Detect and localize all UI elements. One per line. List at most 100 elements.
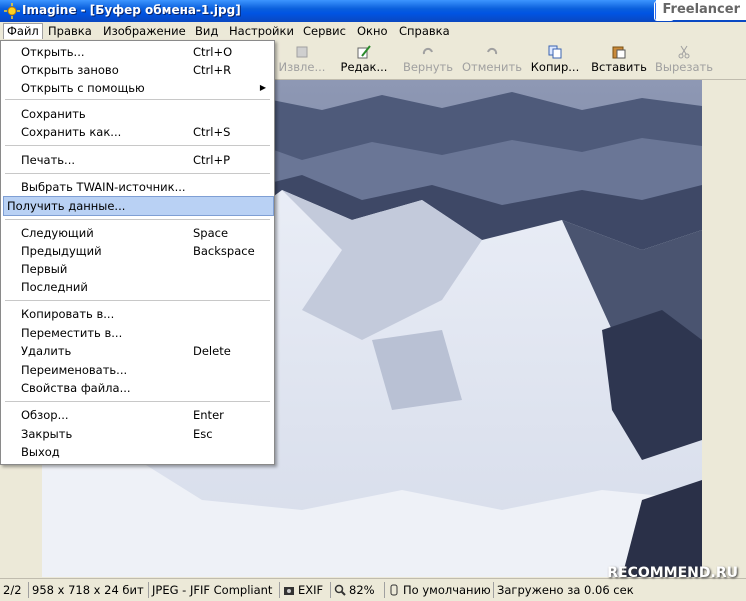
paste-icon — [612, 46, 626, 59]
menu-bar: Файл Правка Изображение Вид Настройки Се… — [0, 22, 746, 42]
menu-browse-shortcut: Enter — [193, 408, 224, 422]
menu-next-label: Следующий — [21, 226, 94, 240]
menu-reopen-label: Открыть заново — [21, 63, 119, 77]
menu-save[interactable]: Сохранить — [3, 105, 272, 123]
status-profile: По умолчанию — [384, 582, 491, 598]
menu-close-label: Закрыть — [21, 427, 73, 441]
status-dimensions: 958 x 718 x 24 бит — [28, 582, 144, 598]
status-load-time: Загружено за 0.06 сек — [493, 582, 634, 598]
menu-move-to[interactable]: Переместить в... — [3, 324, 272, 342]
magnifier-icon — [334, 584, 346, 596]
menu-print-shortcut: Ctrl+P — [193, 153, 231, 167]
undo-label: Отменить — [462, 60, 522, 74]
extract-label: Извле... — [278, 60, 326, 74]
menu-copy-to-label: Копировать в... — [21, 307, 115, 321]
copy-icon — [548, 45, 562, 59]
menu-delete-label: Удалить — [21, 344, 72, 358]
status-zoom: 82% — [330, 582, 375, 598]
menu-twain-source[interactable]: Выбрать TWAIN-источник... — [3, 178, 272, 196]
edit-button[interactable]: Редак... — [338, 43, 390, 77]
menu-acquire[interactable]: Получить данные... — [3, 196, 274, 216]
menu-save-label: Сохранить — [21, 107, 86, 121]
menu-reopen-shortcut: Ctrl+R — [193, 63, 232, 77]
menu-close[interactable]: Закрыть Esc — [3, 425, 272, 443]
edit-label: Редак... — [340, 60, 388, 74]
edit-icon — [357, 45, 371, 59]
status-index: 2/2 — [3, 583, 22, 597]
extract-button[interactable]: Извле... — [276, 43, 328, 77]
menu-reopen[interactable]: Открыть заново Ctrl+R — [3, 61, 272, 79]
app-sun-icon — [4, 3, 20, 19]
recommend-watermark: RECOMMEND.RU — [607, 565, 738, 581]
extract-icon — [296, 46, 308, 58]
menu-service[interactable]: Сервис — [303, 24, 346, 39]
menu-exit-label: Выход — [21, 445, 60, 459]
submenu-arrow-icon: ▶ — [259, 83, 266, 92]
menu-previous-label: Предыдущий — [21, 244, 102, 258]
menu-separator — [5, 300, 270, 301]
menu-next[interactable]: Следующий Space — [3, 224, 272, 242]
menu-separator — [5, 219, 270, 220]
menu-close-shortcut: Esc — [193, 427, 213, 441]
cut-icon — [678, 45, 690, 59]
title-bar: Imagine - [Буфер обмена-1.jpg] Freelance… — [0, 0, 746, 22]
menu-last[interactable]: Последний — [3, 278, 272, 296]
window-title: Imagine - [Буфер обмена-1.jpg] — [22, 3, 241, 17]
file-menu-dropdown: Открыть... Ctrl+O Открыть заново Ctrl+R От… — [0, 40, 275, 465]
menu-file-properties[interactable]: Свойства файла... — [3, 379, 272, 397]
menu-image[interactable]: Изображение — [103, 24, 186, 39]
redo-icon — [422, 47, 433, 55]
menu-previous-shortcut: Backspace — [193, 244, 255, 258]
paste-button[interactable]: Вставить — [590, 43, 648, 77]
menu-open[interactable]: Открыть... Ctrl+O — [3, 43, 272, 61]
copy-button[interactable]: Копир... — [528, 43, 582, 77]
menu-first[interactable]: Первый — [3, 260, 272, 278]
menu-save-as-label: Сохранить как... — [21, 125, 122, 139]
menu-browse-label: Обзор... — [21, 408, 69, 422]
status-profile-label: По умолчанию — [403, 583, 491, 597]
menu-delete[interactable]: Удалить Delete — [3, 342, 272, 360]
menu-file-properties-label: Свойства файла... — [21, 381, 131, 395]
menu-exit[interactable]: Выход — [3, 443, 272, 461]
redo-button[interactable]: Вернуть — [400, 43, 456, 77]
menu-print[interactable]: Печать... Ctrl+P — [3, 151, 272, 169]
menu-previous[interactable]: Предыдущий Backspace — [3, 242, 272, 260]
menu-separator — [5, 401, 270, 402]
menu-window[interactable]: Окно — [357, 24, 388, 39]
menu-twain-source-label: Выбрать TWAIN-источник... — [21, 180, 186, 194]
profile-icon — [390, 584, 398, 596]
menu-print-label: Печать... — [21, 153, 76, 167]
menu-settings[interactable]: Настройки — [229, 24, 294, 39]
status-bar: 2/2 958 x 718 x 24 бит JPEG - JFIF Compl… — [0, 578, 746, 601]
status-exif-label: EXIF — [298, 583, 324, 597]
menu-save-as-shortcut: Ctrl+S — [193, 125, 231, 139]
menu-save-as[interactable]: Сохранить как... Ctrl+S — [3, 123, 272, 141]
menu-rename[interactable]: Переименовать... — [3, 361, 272, 379]
menu-edit[interactable]: Правка — [48, 24, 92, 39]
menu-separator — [5, 173, 270, 174]
menu-next-shortcut: Space — [193, 226, 229, 240]
camera-icon — [284, 587, 294, 595]
status-exif: EXIF — [279, 582, 323, 598]
menu-move-to-label: Переместить в... — [21, 326, 123, 340]
redo-label: Вернуть — [402, 60, 454, 74]
paste-label: Вставить — [591, 60, 647, 74]
menu-separator — [5, 99, 270, 100]
menu-open-with[interactable]: Открыть с помощью ▶ — [3, 79, 272, 97]
undo-button[interactable]: Отменить — [461, 43, 523, 77]
menu-file[interactable]: Файл — [3, 23, 43, 39]
menu-first-label: Первый — [21, 262, 68, 276]
cut-label: Вырезать — [655, 60, 713, 74]
menu-acquire-label: Получить данные... — [7, 199, 126, 213]
menu-browse[interactable]: Обзор... Enter — [3, 406, 272, 424]
cut-button[interactable]: Вырезать — [654, 43, 714, 77]
menu-rename-label: Переименовать... — [21, 363, 128, 377]
menu-open-with-label: Открыть с помощью — [21, 81, 145, 95]
copy-label: Копир... — [530, 60, 580, 74]
status-format: JPEG - JFIF Compliant — [148, 582, 272, 598]
menu-copy-to[interactable]: Копировать в... — [3, 305, 272, 323]
menu-help[interactable]: Справка — [399, 24, 450, 39]
menu-view[interactable]: Вид — [195, 24, 218, 39]
menu-delete-shortcut: Delete — [193, 344, 231, 358]
freelancer-badge: Freelancer — [656, 0, 746, 20]
